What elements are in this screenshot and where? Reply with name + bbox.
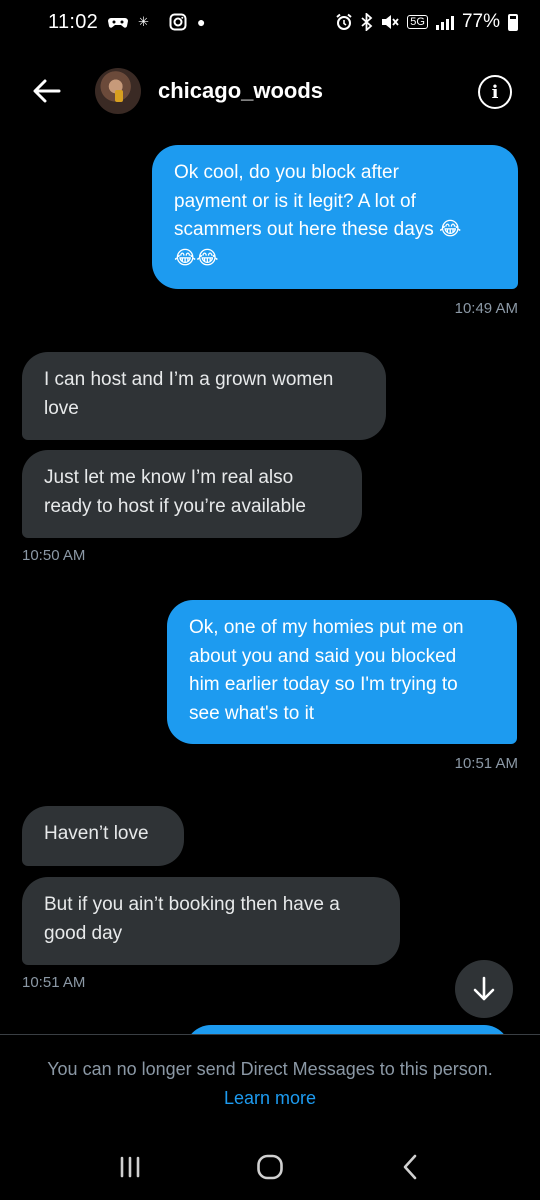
message-bubble-incoming[interactable]: I can host and I’m a grown women love xyxy=(22,352,386,440)
game-controller-icon xyxy=(108,18,129,28)
message-bubble-incoming[interactable]: But if you ain’t booking then have a goo… xyxy=(22,877,400,965)
conversation-username[interactable]: chicago_woods xyxy=(158,78,323,104)
recents-button[interactable] xyxy=(100,1147,160,1187)
message-bubble-incoming[interactable]: Just let me know I’m real also ready to … xyxy=(22,450,362,538)
system-back-button[interactable] xyxy=(380,1147,440,1187)
arrow-down-icon xyxy=(473,976,495,1001)
message-bubble-incoming[interactable]: Haven’t love xyxy=(22,806,184,866)
signal-icon xyxy=(435,14,454,30)
instagram-icon xyxy=(169,13,187,31)
message-bubble-outgoing[interactable]: Ok, one of my homies put me on about you… xyxy=(167,600,517,744)
home-icon xyxy=(257,1154,283,1180)
network-type-label: 5G xyxy=(407,15,428,29)
bluetooth-icon xyxy=(361,13,373,31)
sparkle-icon: ✳ xyxy=(138,14,149,29)
status-time: 11:02 xyxy=(48,10,99,33)
avatar[interactable] xyxy=(95,68,141,114)
blocked-notice: You can no longer send Direct Messages t… xyxy=(0,1034,540,1134)
system-nav-bar xyxy=(0,1134,540,1200)
message-timestamp: 10:51 AM xyxy=(454,755,518,772)
status-bar: 11:02 ✳ ● 5G 77% xyxy=(0,0,540,44)
recents-icon xyxy=(120,1156,140,1178)
mute-icon xyxy=(382,15,399,29)
message-bubble-outgoing[interactable]: Ok cool, do you block after payment or i… xyxy=(152,145,518,289)
info-button[interactable]: i xyxy=(478,75,512,109)
learn-more-link[interactable]: Learn more xyxy=(224,1088,316,1109)
info-icon: i xyxy=(491,81,499,103)
alarm-icon xyxy=(336,13,352,30)
battery-percent: 77% xyxy=(461,11,500,32)
scroll-to-bottom-button[interactable] xyxy=(455,960,513,1018)
message-timestamp: 10:51 AM xyxy=(22,974,86,991)
notification-icons: ✳ ● xyxy=(108,13,205,31)
message-timestamp: 10:50 AM xyxy=(22,547,86,564)
battery-icon xyxy=(508,13,518,31)
dot-icon: ● xyxy=(196,14,206,30)
arrow-left-icon xyxy=(33,79,61,103)
home-button[interactable] xyxy=(240,1147,300,1187)
message-timestamp: 10:49 AM xyxy=(454,300,518,317)
back-button[interactable] xyxy=(30,74,64,108)
blocked-notice-text: You can no longer send Direct Messages t… xyxy=(47,1059,493,1079)
back-chevron-icon xyxy=(403,1154,417,1180)
conversation-header: chicago_woods i xyxy=(0,64,540,120)
